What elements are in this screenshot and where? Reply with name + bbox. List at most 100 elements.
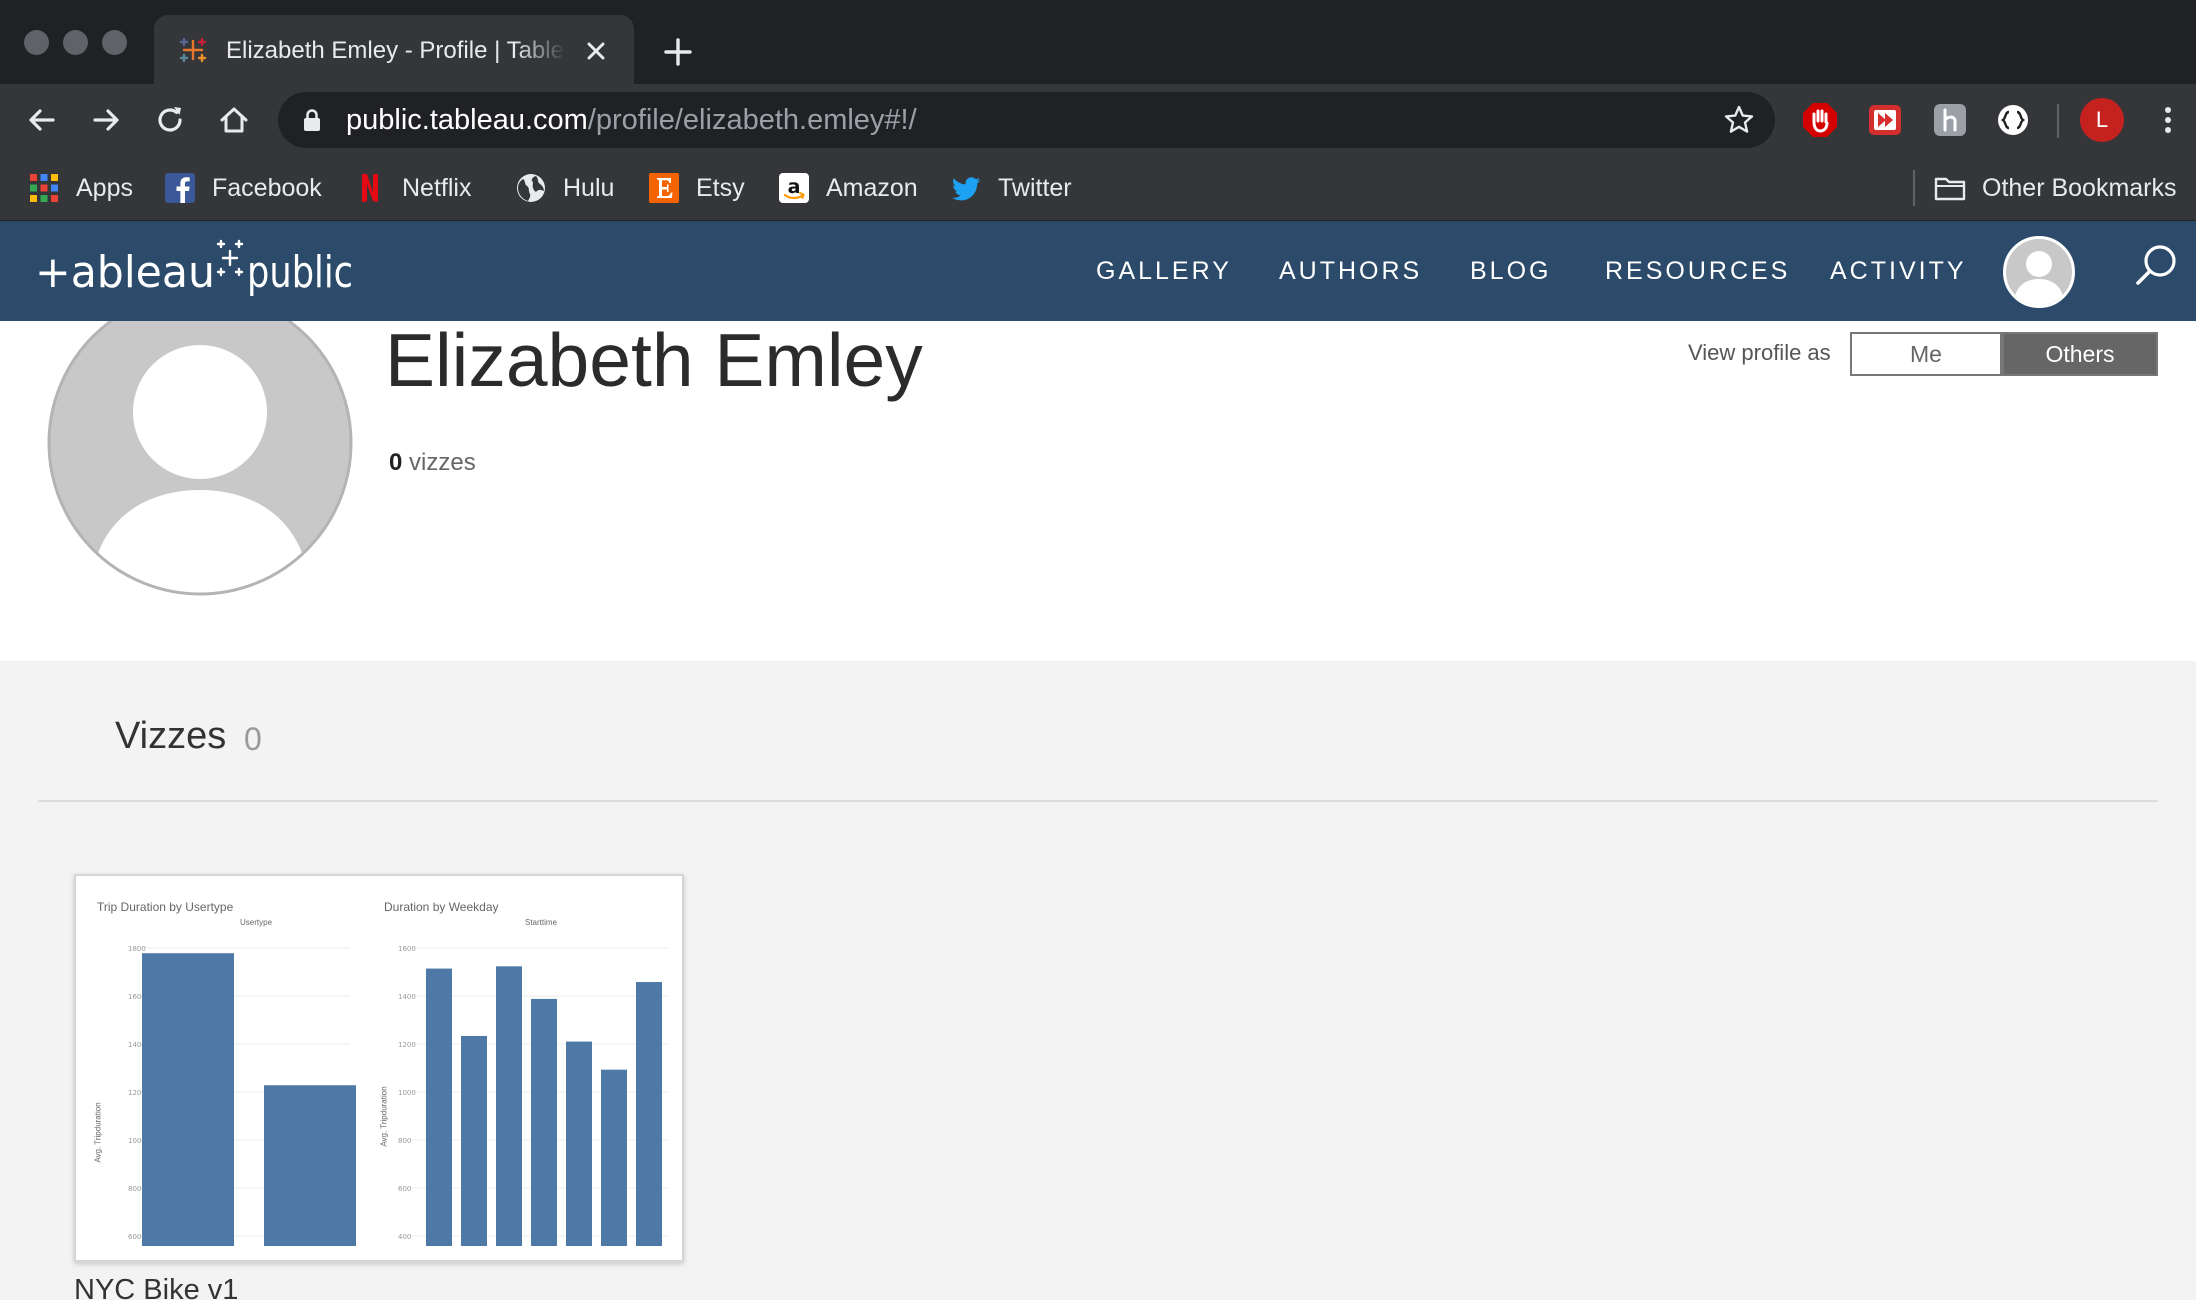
thumb-bar bbox=[264, 1085, 356, 1246]
nav-blog[interactable]: BLOG bbox=[1470, 221, 1551, 321]
url-text: public.tableau.com/profile/elizabeth.eml… bbox=[346, 102, 917, 138]
view-profile-as-label: View profile as bbox=[1688, 340, 1831, 365]
thumb-tick-label: 1000 bbox=[398, 1089, 416, 1097]
view-as-others-toggle[interactable]: Others bbox=[2002, 332, 2158, 376]
browser-menu-icon[interactable] bbox=[2152, 102, 2184, 138]
profile-summary: Elizabeth Emley 0 vizzes View profile as… bbox=[0, 321, 2196, 661]
thumb-tick-label: 1200 bbox=[398, 1041, 416, 1049]
folder-icon bbox=[1934, 177, 1966, 201]
bookmarks-divider bbox=[1913, 170, 1915, 206]
bookmark-label: Apps bbox=[76, 173, 133, 202]
facebook-icon bbox=[165, 173, 195, 203]
svg-text:public: public bbox=[247, 247, 353, 298]
viz-thumbnail: 1800 1600 1400 1200 1000 800 600 1600 1400 1200 10… bbox=[76, 876, 682, 1260]
bookmark-twitter[interactable]: Twitter bbox=[950, 168, 1072, 208]
vizzes-heading: Vizzes bbox=[115, 715, 227, 757]
profile-name: Elizabeth Emley bbox=[385, 321, 923, 402]
json-extension-icon[interactable] bbox=[1994, 101, 2032, 139]
browser-tab-strip: Elizabeth Emley - Profile | Tableau Publ… bbox=[0, 0, 2196, 84]
thumb-bar bbox=[496, 966, 522, 1246]
user-silhouette-icon bbox=[2014, 251, 2064, 305]
tab-title: Elizabeth Emley - Profile | Tableau Publ… bbox=[226, 37, 566, 64]
thumb-tick-label: 1800 bbox=[128, 945, 146, 953]
home-icon[interactable] bbox=[216, 102, 252, 138]
honey-extension-icon[interactable] bbox=[1931, 101, 1969, 139]
thumb-left-axis-label: Avg. Tripduration bbox=[93, 1102, 103, 1163]
tableau-favicon-icon bbox=[179, 37, 207, 63]
bookmark-amazon[interactable]: a Amazon bbox=[778, 168, 918, 208]
thumb-tick-label: 600 bbox=[128, 1233, 141, 1241]
apps-grid-icon bbox=[30, 174, 58, 202]
toolbar-divider bbox=[2057, 104, 2059, 138]
window-close-control[interactable] bbox=[24, 30, 49, 55]
address-bar[interactable]: public.tableau.com/profile/elizabeth.eml… bbox=[278, 92, 1775, 148]
site-header: +ableau public GALLERY AUTHORS BLOG RESO… bbox=[0, 221, 2196, 321]
bookmark-label: Facebook bbox=[212, 173, 322, 202]
etsy-icon bbox=[649, 173, 679, 203]
browser-toolbar: public.tableau.com/profile/elizabeth.eml… bbox=[0, 84, 2196, 156]
thumb-tick-label: 800 bbox=[398, 1137, 411, 1145]
viz-count-label: vizzes bbox=[409, 449, 476, 476]
bookmark-label: Netflix bbox=[402, 173, 472, 202]
bookmark-label: Twitter bbox=[998, 173, 1072, 202]
profile-viz-count: 0 vizzes bbox=[389, 447, 476, 479]
viz-card[interactable]: 1800 1600 1400 1200 1000 800 600 1600 1400 1200 10… bbox=[74, 874, 684, 1262]
thumb-right-header: Starttime bbox=[525, 918, 558, 927]
bookmark-label: Other Bookmarks bbox=[1982, 173, 2177, 202]
bookmark-hulu[interactable]: Hulu bbox=[515, 168, 614, 208]
globe-icon bbox=[517, 174, 545, 202]
window-minimize-control[interactable] bbox=[63, 30, 88, 55]
user-avatar[interactable] bbox=[2003, 236, 2075, 308]
viz-title[interactable]: NYC Bike v1 bbox=[74, 1272, 238, 1300]
bookmarks-bar: Apps Facebook Netflix Hulu Etsy a Amazon… bbox=[0, 156, 2196, 221]
thumb-bar bbox=[636, 982, 662, 1246]
url-host: public.tableau.com bbox=[346, 104, 588, 136]
thumb-left-header: Usertype bbox=[240, 918, 273, 927]
back-arrow-icon[interactable] bbox=[24, 102, 60, 138]
thumb-bar bbox=[531, 998, 557, 1246]
thumb-tick-label: 1600 bbox=[398, 945, 416, 953]
thumb-left-title: Trip Duration by Usertype bbox=[97, 900, 234, 914]
bookmark-other-folder[interactable]: Other Bookmarks bbox=[1934, 168, 2177, 208]
profile-avatar-placeholder bbox=[47, 321, 353, 596]
tab-close-icon[interactable] bbox=[582, 37, 610, 65]
twitter-icon bbox=[952, 177, 980, 201]
search-icon[interactable] bbox=[2134, 242, 2180, 288]
thumb-right-title: Duration by Weekday bbox=[384, 900, 499, 914]
nav-activity[interactable]: ACTIVITY bbox=[1830, 221, 1967, 321]
new-tab-icon[interactable] bbox=[660, 34, 696, 70]
svg-text:+ableau: +ableau bbox=[35, 247, 215, 298]
vizzes-count: 0 bbox=[244, 721, 262, 757]
amazon-icon: a bbox=[779, 173, 809, 203]
thumb-tick-label: 800 bbox=[128, 1185, 141, 1193]
bookmark-facebook[interactable]: Facebook bbox=[164, 168, 322, 208]
thumb-right-axis-label: Avg. Tripduration bbox=[379, 1086, 389, 1147]
thumb-tick-label: 1400 bbox=[398, 993, 416, 1001]
netflix-icon bbox=[362, 174, 378, 203]
browser-profile-avatar[interactable]: L bbox=[2080, 98, 2124, 142]
bookmark-label: Amazon bbox=[826, 173, 918, 202]
bookmark-star-icon[interactable] bbox=[1723, 104, 1755, 136]
nav-gallery[interactable]: GALLERY bbox=[1096, 221, 1232, 321]
section-divider bbox=[38, 800, 2158, 802]
bookmark-etsy[interactable]: Etsy bbox=[648, 168, 745, 208]
nav-resources[interactable]: RESOURCES bbox=[1605, 221, 1790, 321]
tableau-public-logo[interactable]: +ableau public bbox=[35, 239, 355, 303]
adblock-extension-icon[interactable] bbox=[1801, 101, 1839, 139]
lock-icon bbox=[304, 109, 320, 131]
bookmark-apps[interactable]: Apps bbox=[28, 168, 133, 208]
forward-arrow-icon[interactable] bbox=[88, 102, 124, 138]
window-zoom-control[interactable] bbox=[102, 30, 127, 55]
reload-icon[interactable] bbox=[152, 102, 188, 138]
thumb-bar bbox=[461, 1035, 487, 1246]
nav-authors[interactable]: AUTHORS bbox=[1279, 221, 1422, 321]
thumb-bar bbox=[142, 953, 234, 1246]
video-extension-icon[interactable] bbox=[1866, 101, 1904, 139]
svg-text:a: a bbox=[788, 176, 801, 198]
viz-count-number: 0 bbox=[389, 449, 403, 476]
bookmark-netflix[interactable]: Netflix bbox=[354, 168, 471, 208]
view-as-me-toggle[interactable]: Me bbox=[1850, 332, 2002, 376]
url-path: /profile/elizabeth.emley#!/ bbox=[587, 104, 917, 136]
viz-thumbnail-chart: 1800160014001200100080060016001400120010… bbox=[128, 945, 668, 1246]
browser-tab-active[interactable]: Elizabeth Emley - Profile | Tableau Publ… bbox=[154, 15, 634, 84]
